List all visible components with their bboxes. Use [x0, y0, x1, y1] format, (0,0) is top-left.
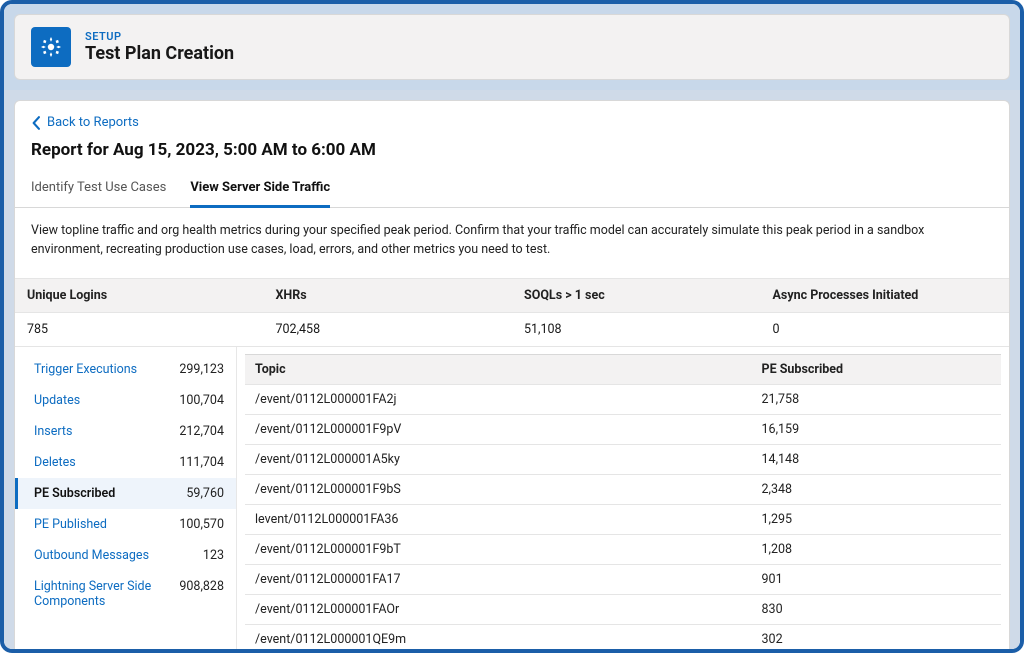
sidebar-item-label: Deletes — [34, 455, 76, 470]
topic-cell: /event/0112L000001QE9m — [245, 624, 752, 653]
sidebar-item-label: PE Subscribed — [34, 486, 115, 501]
header-eyebrow: SETUP — [85, 30, 234, 43]
metrics-header: Unique Logins — [15, 278, 264, 312]
tab-view-server-side-traffic[interactable]: View Server Side Traffic — [190, 172, 330, 208]
sidebar-item-value: 299,123 — [179, 362, 224, 377]
metrics-cell: 785 — [15, 312, 264, 346]
setup-icon — [31, 27, 71, 67]
lower-panel: Trigger Executions 299,123 Updates 100,704 I… — [15, 347, 1009, 653]
table-row: /event/0112L000001FA2j21,758 — [245, 384, 1001, 414]
header-region: SETUP Test Plan Creation — [4, 4, 1020, 90]
table-row: /event/0112L000001QE9m302 — [245, 624, 1001, 653]
table-row: /event/0112L000001F9bT1,208 — [245, 534, 1001, 564]
topic-cell: /event/0112L000001FAOr — [245, 594, 752, 624]
table-row: /event/0112L000001FA17901 — [245, 564, 1001, 594]
page-title: Test Plan Creation — [85, 43, 234, 64]
count-cell: 901 — [752, 564, 1001, 594]
sidebar-item-deletes[interactable]: Deletes 111,704 — [15, 447, 236, 478]
metrics-cell: 0 — [761, 312, 1010, 346]
sidebar-item-inserts[interactable]: Inserts 212,704 — [15, 416, 236, 447]
count-cell: 1,208 — [752, 534, 1001, 564]
back-link-label: Back to Reports — [47, 115, 139, 130]
sidebar-item-value: 59,760 — [186, 486, 224, 501]
sidebar-item-trigger-executions[interactable]: Trigger Executions 299,123 — [15, 354, 236, 385]
report-title: Report for Aug 15, 2023, 5:00 AM to 6:00… — [15, 140, 1009, 172]
detail-header: Topic — [245, 354, 752, 384]
back-to-reports-link[interactable]: Back to Reports — [15, 101, 1009, 140]
count-cell: 830 — [752, 594, 1001, 624]
sidebar-item-value: 123 — [203, 548, 224, 563]
sidebar-item-outbound-messages[interactable]: Outbound Messages 123 — [15, 540, 236, 571]
detail-panel: TopicPE Subscribed /event/0112L000001FA2… — [237, 347, 1009, 653]
metrics-table: Unique LoginsXHRsSOQLs > 1 secAsync Proc… — [15, 278, 1009, 347]
count-cell: 21,758 — [752, 384, 1001, 414]
count-cell: 2,348 — [752, 474, 1001, 504]
sidebar-item-lightning-server-side-components[interactable]: Lightning Server Side Components908,828 — [15, 571, 236, 617]
detail-header: PE Subscribed — [752, 354, 1001, 384]
topic-cell: /event/0112L000001FA2j — [245, 384, 752, 414]
sidebar-item-label: Lightning Server Side Components — [34, 579, 179, 609]
topic-cell: /event/0112L000001F9bT — [245, 534, 752, 564]
sidebar-item-label: PE Published — [34, 517, 107, 532]
metrics-header: SOQLs > 1 sec — [512, 278, 761, 312]
metrics-header: XHRs — [264, 278, 513, 312]
topic-cell: /event/0112L000001F9bS — [245, 474, 752, 504]
sidebar-item-pe-published[interactable]: PE Published 100,570 — [15, 509, 236, 540]
content-card: Back to Reports Report for Aug 15, 2023,… — [14, 100, 1010, 653]
topic-cell: /event/0112L000001FA17 — [245, 564, 752, 594]
metrics-cell: 51,108 — [512, 312, 761, 346]
sidebar-item-value: 908,828 — [179, 579, 224, 594]
table-row: /event/0112L000001A5ky14,148 — [245, 444, 1001, 474]
tabs: Identify Test Use Cases View Server Side … — [15, 172, 1009, 208]
table-row: /event/0112L000001F9pV16,159 — [245, 414, 1001, 444]
topic-cell: /event/0112L000001A5ky — [245, 444, 752, 474]
detail-table: TopicPE Subscribed /event/0112L000001FA2… — [245, 354, 1001, 653]
sidebar-item-label: Outbound Messages — [34, 548, 149, 563]
sidebar-item-value: 212,704 — [179, 424, 224, 439]
sidebar-item-updates[interactable]: Updates 100,704 — [15, 385, 236, 416]
header-text: SETUP Test Plan Creation — [85, 30, 234, 64]
metrics-cell: 702,458 — [264, 312, 513, 346]
table-row: /event/0112L000001F9bS2,348 — [245, 474, 1001, 504]
count-cell: 1,295 — [752, 504, 1001, 534]
tab-identify-test-use-cases[interactable]: Identify Test Use Cases — [31, 172, 166, 208]
sidebar-item-value: 100,570 — [179, 517, 224, 532]
gear-sun-icon — [39, 35, 63, 59]
chevron-left-icon — [31, 116, 41, 130]
app-frame: SETUP Test Plan Creation Back to Reports… — [0, 0, 1024, 653]
count-cell: 14,148 — [752, 444, 1001, 474]
metrics-header: Async Processes Initiated — [761, 278, 1010, 312]
sidebar-item-value: 111,704 — [179, 455, 224, 470]
count-cell: 16,159 — [752, 414, 1001, 444]
sidebar-item-pe-subscribed[interactable]: PE Subscribed 59,760 — [15, 478, 236, 509]
tab-description: View topline traffic and org health metr… — [15, 208, 1009, 278]
sidebar-item-label: Trigger Executions — [34, 362, 137, 377]
header-card: SETUP Test Plan Creation — [14, 14, 1010, 80]
count-cell: 302 — [752, 624, 1001, 653]
sidebar-item-label: Inserts — [34, 424, 72, 439]
sidebar-item-value: 100,704 — [179, 393, 224, 408]
page-body: Back to Reports Report for Aug 15, 2023,… — [4, 90, 1020, 653]
sidebar-item-label: Updates — [34, 393, 80, 408]
table-row: levent/0112L000001FA361,295 — [245, 504, 1001, 534]
table-row: /event/0112L000001FAOr830 — [245, 594, 1001, 624]
topic-cell: /event/0112L000001F9pV — [245, 414, 752, 444]
category-sidebar: Trigger Executions 299,123 Updates 100,704 I… — [15, 347, 237, 653]
topic-cell: levent/0112L000001FA36 — [245, 504, 752, 534]
